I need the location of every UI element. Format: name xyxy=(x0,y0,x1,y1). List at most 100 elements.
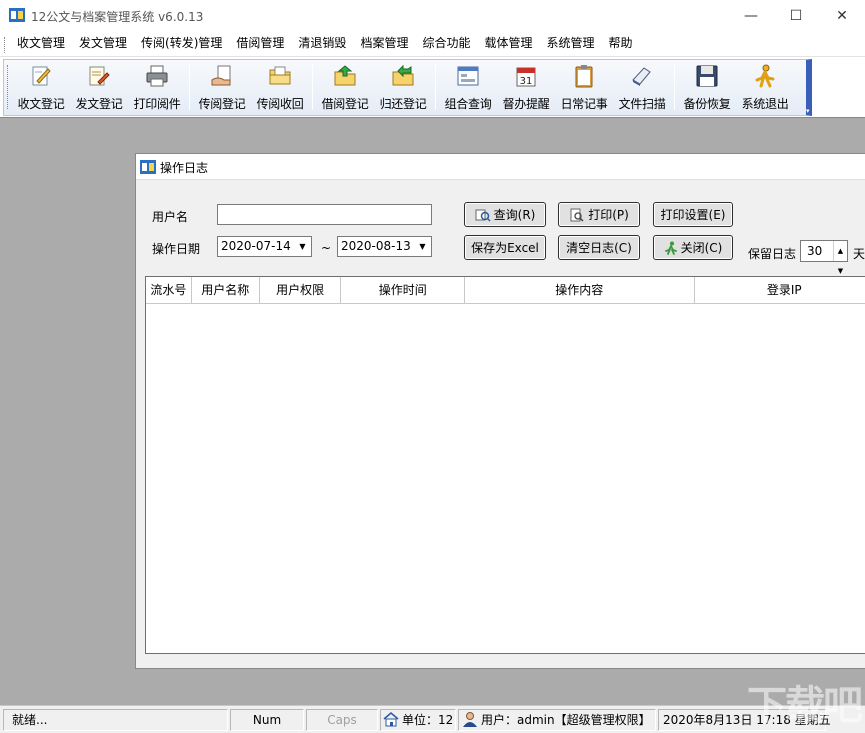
query-icon xyxy=(475,209,491,222)
print-setup-button[interactable]: 打印设置(E) xyxy=(653,202,733,227)
menu-item-archives[interactable]: 档案管理 xyxy=(353,32,415,57)
window-query-icon xyxy=(457,66,479,86)
house-icon xyxy=(383,712,399,727)
clear-log-button[interactable]: 清空日志(C) xyxy=(558,235,640,260)
column-header-permission[interactable]: 用户权限 xyxy=(260,277,342,304)
menubar: 收文管理 发文管理 传阅(转发)管理 借阅管理 清退销毁 档案管理 综合功能 载… xyxy=(0,32,865,57)
toolbar-button-daily-notes[interactable]: 日常记事 xyxy=(555,60,613,115)
keep-days-spinner[interactable]: 30 ▲ ▼ xyxy=(800,240,848,275)
operation-log-dialog: 操作日志 用户名 操作日期 2020-07-14 ▼ ~ 2020-08-13 … xyxy=(135,153,865,669)
floppy-disk-icon xyxy=(696,65,718,87)
app-icon xyxy=(9,8,25,22)
unit-text: 单位：12 xyxy=(402,713,454,727)
menu-item-outgoing[interactable]: 发文管理 xyxy=(72,32,134,57)
print-button[interactable]: 打印(P) xyxy=(558,202,640,227)
column-header-time[interactable]: 操作时间 xyxy=(341,277,466,304)
close-dialog-button[interactable]: 关闭(C) xyxy=(653,235,733,260)
user-text: 用户：admin【超级管理权限】 xyxy=(481,713,651,727)
log-table[interactable]: 流水号 用户名称 用户权限 操作时间 操作内容 登录IP xyxy=(145,276,865,654)
running-man-icon xyxy=(755,64,775,88)
column-header-username[interactable]: 用户名称 xyxy=(192,277,260,304)
column-header-login-ip[interactable]: 登录IP xyxy=(695,277,865,304)
date-from-picker[interactable]: 2020-07-14 ▼ xyxy=(217,236,312,257)
toolbar-separator xyxy=(312,64,313,110)
folder-open-icon xyxy=(269,66,291,85)
toolbar-label: 组合查询 xyxy=(444,97,492,111)
clear-log-button-label: 清空日志(C) xyxy=(566,241,632,255)
minimize-button[interactable]: — xyxy=(728,0,774,32)
close-button[interactable]: ✕ xyxy=(819,0,865,32)
toolbar-label: 收文登记 xyxy=(17,97,65,111)
toolbar-label: 归还登记 xyxy=(379,97,427,111)
toolbar-label: 发文登记 xyxy=(75,97,123,111)
toolbar-label: 日常记事 xyxy=(560,97,608,111)
status-text: 就绪... xyxy=(3,709,228,731)
clipboard-icon xyxy=(575,65,593,88)
user-icon xyxy=(463,712,477,727)
date-to-value: 2020-08-13 xyxy=(341,239,411,253)
toolbar-button-exit[interactable]: 系统退出 xyxy=(736,60,794,115)
toolbar-button-borrow-register[interactable]: 借阅登记 xyxy=(316,60,374,115)
menu-item-borrowing[interactable]: 借阅管理 xyxy=(229,32,291,57)
folder-return-arrow-icon xyxy=(392,64,414,86)
menu-item-incoming[interactable]: 收文管理 xyxy=(10,32,72,57)
operation-date-label: 操作日期 xyxy=(152,242,201,256)
table-header-row: 流水号 用户名称 用户权限 操作时间 操作内容 登录IP xyxy=(146,277,865,304)
query-button-label: 查询(R) xyxy=(493,208,536,222)
statusbar: 就绪... Num Caps 单位：12 用户：admin【超级管理权限】 20… xyxy=(0,705,865,733)
toolbar-button-file-scan[interactable]: 文件扫描 xyxy=(613,60,671,115)
toolbar-button-outgoing-register[interactable]: 发文登记 xyxy=(70,60,128,115)
query-button[interactable]: 查询(R) xyxy=(464,202,546,227)
toolbar-grip[interactable] xyxy=(7,65,10,109)
toolbar-label: 系统退出 xyxy=(741,97,789,111)
printer-icon xyxy=(146,65,168,87)
toolbar-button-backup-restore[interactable]: 备份恢复 xyxy=(678,60,736,115)
dialog-titlebar[interactable]: 操作日志 xyxy=(136,154,865,180)
toolbar-button-combined-query[interactable]: 组合查询 xyxy=(439,60,497,115)
spin-up-icon[interactable]: ▲ xyxy=(838,241,843,261)
toolbar-button-print[interactable]: 打印阅件 xyxy=(128,60,186,115)
chevron-down-icon[interactable]: ▼ xyxy=(295,238,310,255)
save-excel-button[interactable]: 保存为Excel xyxy=(464,235,546,260)
column-header-serial[interactable]: 流水号 xyxy=(146,277,192,304)
menu-item-system[interactable]: 系统管理 xyxy=(539,32,601,57)
username-input[interactable] xyxy=(217,204,432,225)
toolbar-button-incoming-register[interactable]: 收文登记 xyxy=(12,60,70,115)
toolbar-label: 文件扫描 xyxy=(618,97,666,111)
unit-pane: 单位：12 xyxy=(380,709,456,731)
toolbar-button-circulate-register[interactable]: 传阅登记 xyxy=(193,60,251,115)
date-range-separator: ~ xyxy=(321,241,332,255)
menu-grip[interactable] xyxy=(4,37,7,53)
toolbar-button-supervise-reminder[interactable]: 31 督办提醒 xyxy=(497,60,555,115)
edit-document-icon xyxy=(89,66,110,86)
close-dialog-button-label: 关闭(C) xyxy=(680,241,723,255)
print-setup-button-label: 打印设置(E) xyxy=(660,208,726,222)
keep-days-value: 30 xyxy=(807,244,823,258)
column-header-content[interactable]: 操作内容 xyxy=(465,277,695,304)
toolbar-label: 打印阅件 xyxy=(133,97,181,111)
toolbar-button-return-register[interactable]: 归还登记 xyxy=(374,60,432,115)
calendar-icon: 31 xyxy=(516,67,536,87)
date-from-value: 2020-07-14 xyxy=(221,239,291,253)
toolbar-label: 传阅收回 xyxy=(256,97,304,111)
chevron-down-icon[interactable]: ▼ xyxy=(415,238,430,255)
menu-item-help[interactable]: 帮助 xyxy=(602,32,640,57)
svg-text:31: 31 xyxy=(520,76,533,87)
print-preview-icon xyxy=(570,208,584,222)
hand-document-icon xyxy=(211,65,231,86)
date-to-picker[interactable]: 2020-08-13 ▼ xyxy=(337,236,432,257)
dialog-title: 操作日志 xyxy=(160,161,209,175)
menu-item-circulation[interactable]: 传阅(转发)管理 xyxy=(134,32,229,57)
toolbar-label: 督办提醒 xyxy=(502,97,550,111)
menu-item-media[interactable]: 载体管理 xyxy=(477,32,539,57)
dialog-app-icon xyxy=(140,160,156,174)
toolbar-overflow-chevron-icon[interactable]: ▾ xyxy=(806,108,811,115)
menu-item-destruction[interactable]: 清退销毁 xyxy=(291,32,353,57)
menu-item-general[interactable]: 综合功能 xyxy=(415,32,477,57)
datetime-pane: 2020年8月13日 17:18 星期五 xyxy=(658,709,831,731)
toolbar-button-circulate-return[interactable]: 传阅收回 xyxy=(251,60,309,115)
scanner-icon xyxy=(632,67,651,86)
window-titlebar: 12公文与档案管理系统 v6.0.13 — ☐ ✕ xyxy=(0,0,865,32)
maximize-button[interactable]: ☐ xyxy=(773,0,819,32)
print-button-label: 打印(P) xyxy=(588,208,629,222)
